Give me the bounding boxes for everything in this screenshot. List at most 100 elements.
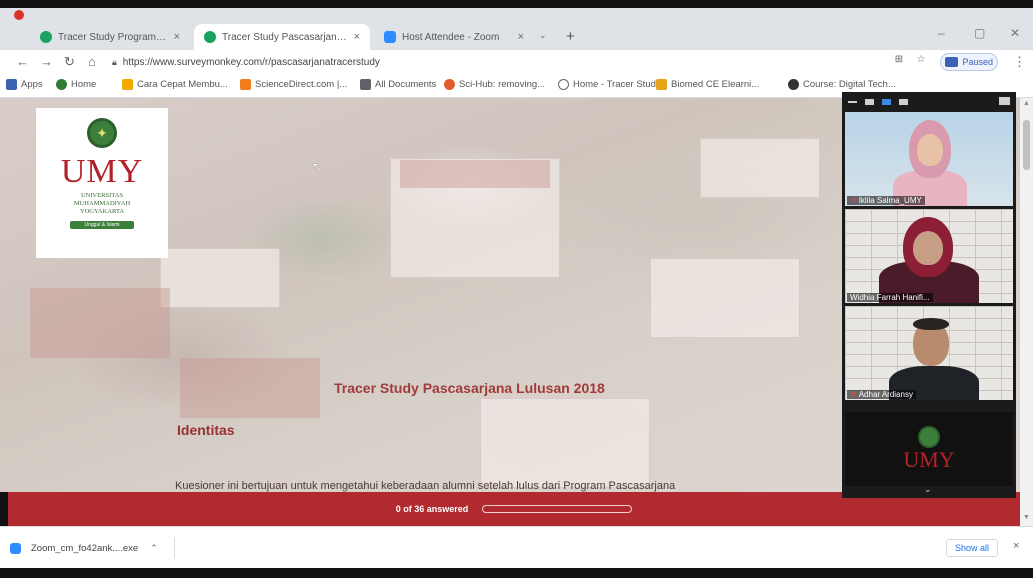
participant-tile[interactable]: Widhia Farrah Hanifi... — [845, 209, 1013, 303]
background-roof — [30, 288, 170, 358]
zoom-exit-fullscreen-icon[interactable] — [999, 97, 1010, 105]
bookmark-favicon-icon — [788, 79, 799, 90]
bookmark-label: All Documents — [375, 79, 437, 90]
background-roof — [400, 160, 550, 188]
background-building — [650, 258, 800, 338]
close-window-icon[interactable]: ✕ — [1010, 26, 1020, 40]
home-bookmark-icon — [56, 79, 67, 90]
home-icon[interactable]: ⌂ — [88, 54, 96, 69]
bookmark-label: ScienceDirect.com |... — [255, 79, 348, 90]
bookmark-course-digital[interactable]: Course: Digital Tech... — [788, 79, 896, 90]
participant-name: ✕ Iklila Salma_UMY — [847, 196, 925, 205]
logo-wordmark: UMY — [60, 153, 144, 190]
survey-intro-text: Kuesioner ini bertujuan untuk mengetahui… — [175, 480, 676, 492]
mouse-cursor-icon: ↖ — [312, 160, 323, 174]
show-all-button[interactable]: Show all — [946, 539, 999, 557]
maximize-icon[interactable]: ▢ — [974, 26, 985, 40]
participant-name: Widhia Farrah Hanifi... — [847, 293, 933, 302]
bookmark-sciencedirect[interactable]: ScienceDirect.com |... — [240, 79, 347, 90]
progress-text: 0 of 36 answered — [395, 504, 469, 514]
logo-subtitle-line: UNIVERSITAS — [80, 192, 124, 199]
back-icon[interactable]: ← — [16, 54, 29, 69]
url-field[interactable]: 🔒︎ https://www.surveymonkey.com/r/pascas… — [112, 53, 882, 71]
translate-icon[interactable]: ⊞ — [892, 54, 906, 68]
mic-muted-icon: ✕ — [850, 196, 857, 205]
participant-tile[interactable]: ✕ Adhar Ardiansy — [845, 306, 1013, 400]
bookmark-favicon-icon — [444, 79, 455, 90]
zoom-gallery-view-icon[interactable] — [899, 99, 908, 105]
participant-video — [917, 134, 943, 166]
logo-subtitle-line: MUHAMMADIYAH — [73, 200, 131, 207]
zoom-favicon-icon — [384, 31, 396, 43]
tab-label: Tracer Study Pascasarjana Lulusan — [222, 31, 348, 43]
bookmark-biomed[interactable]: Biomed CE Elearni... — [656, 79, 759, 90]
umy-emblem-icon — [918, 426, 940, 448]
zoom-strip-view-icon[interactable] — [882, 99, 891, 105]
mic-muted-icon: ✕ — [850, 390, 857, 399]
bookmark-label: Course: Digital Tech... — [803, 79, 896, 90]
survey-title: Tracer Study Pascasarjana Lulusan 2018 — [334, 380, 605, 396]
zoom-speaker-view-icon[interactable] — [865, 99, 874, 105]
lock-icon: 🔒︎ — [112, 56, 117, 67]
section-title: Identitas — [177, 422, 235, 438]
bookmark-sci-hub[interactable]: Sci-Hub: removing... — [444, 79, 545, 90]
url-text: https://www.surveymonkey.com/r/pascasarj… — [122, 56, 380, 68]
bookmark-favicon-icon — [240, 79, 251, 90]
minimize-icon[interactable]: – — [938, 26, 945, 40]
bookmark-favicon-icon — [656, 79, 667, 90]
browser-menu-icon[interactable]: ⋮ — [1013, 54, 1026, 70]
zoom-minimize-icon[interactable] — [848, 101, 857, 103]
tab-label: Tracer Study Program Profesi Li — [58, 31, 168, 43]
bookmark-apps[interactable]: Apps — [6, 79, 43, 90]
new-tab-button[interactable]: + — [566, 28, 575, 45]
tab-search-icon[interactable]: ⌄ — [539, 30, 547, 41]
profile-avatar — [945, 57, 959, 67]
chevron-up-icon[interactable]: ⌃ — [150, 543, 158, 554]
shared-screen-tile[interactable]: UMY — [845, 412, 1013, 486]
participant-video — [913, 231, 943, 265]
logo-subtitle: UNIVERSITAS MUHAMMADIYAH YOGYAKARTA — [74, 192, 130, 216]
address-bar-row: ← → ↻ ⌂ 🔒︎ https://www.surveymonkey.com/… — [0, 50, 1033, 74]
umy-logo: ✦ UMY UNIVERSITAS MUHAMMADIYAH YOGYAKART… — [36, 108, 168, 258]
recording-indicator-icon — [14, 10, 24, 20]
scroll-up-icon[interactable]: ▲ — [1023, 100, 1030, 107]
profile-paused-button[interactable]: Paused — [940, 53, 998, 71]
reload-icon[interactable]: ↻ — [64, 54, 75, 70]
download-item[interactable]: Zoom_cm_fo42ank....exe ⌃ — [10, 537, 175, 559]
bookmark-favicon-icon — [360, 79, 371, 90]
bookmark-label: Biomed CE Elearni... — [671, 79, 760, 90]
bookmark-star-icon[interactable]: ☆ — [914, 54, 928, 68]
zoom-collapse-icon[interactable]: ⌄ — [924, 484, 932, 495]
tab-zoom-host[interactable]: Host Attendee - Zoom × — [374, 24, 534, 50]
close-download-bar-icon[interactable]: × — [1013, 540, 1019, 552]
bookmark-favicon-icon — [122, 79, 133, 90]
tab-close-icon[interactable]: × — [518, 31, 524, 43]
background-building — [480, 398, 650, 488]
participant-tile[interactable]: ✕ Iklila Salma_UMY — [845, 112, 1013, 206]
tab-tracer-study-pascasarjana[interactable]: Tracer Study Pascasarjana Lulusan × — [194, 24, 370, 50]
bookmark-cara-cepat[interactable]: Cara Cepat Membu... — [122, 79, 228, 90]
bookmark-label: Sci-Hub: removing... — [459, 79, 546, 90]
tab-tracer-study-profesi[interactable]: Tracer Study Program Profesi Li × — [30, 24, 190, 50]
bookmark-label: Home — [71, 79, 97, 90]
page-scrollbar[interactable]: ▲ ▼ — [1020, 98, 1033, 526]
scroll-thumb[interactable] — [1023, 120, 1030, 170]
background-building — [700, 138, 820, 198]
bookmark-home[interactable]: Home — [56, 79, 96, 90]
participant-name: ✕ Adhar Ardiansy — [847, 390, 916, 399]
profile-status: Paused — [962, 57, 993, 67]
logo-ribbon: Unggul & Islami — [70, 221, 134, 229]
tab-label: Host Attendee - Zoom — [402, 31, 500, 43]
background-building — [160, 248, 280, 308]
umy-emblem-icon: ✦ — [87, 118, 117, 148]
forward-icon[interactable]: → — [40, 54, 53, 69]
participant-name-text: Iklila Salma_UMY — [858, 196, 922, 205]
zoom-toolbar — [842, 92, 1016, 112]
bookmark-home-tracer-study[interactable]: Home - Tracer Study — [558, 79, 661, 90]
tab-close-icon[interactable]: × — [174, 31, 180, 43]
participant-name-text: Adhar Ardiansy — [858, 390, 913, 399]
tab-close-icon[interactable]: × — [354, 31, 360, 43]
surveymonkey-favicon-icon — [40, 31, 52, 43]
scroll-down-icon[interactable]: ▼ — [1023, 514, 1030, 521]
bookmark-all-documents[interactable]: All Documents — [360, 79, 436, 90]
